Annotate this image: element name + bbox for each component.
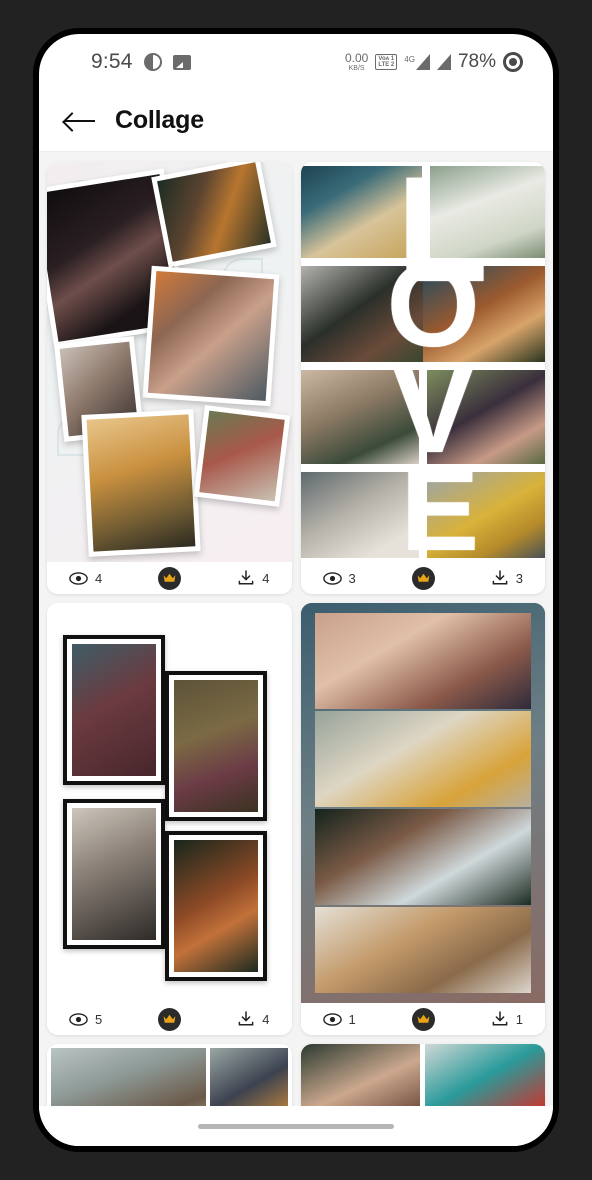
status-bar-right: 0.00 KB/S Voᴀ 1 LTE 2 4G 78% — [345, 51, 523, 73]
network-type-label: 4G — [404, 55, 415, 64]
download-icon — [491, 1011, 509, 1027]
collage-card[interactable]: 5 4 — [47, 603, 292, 1035]
view-count-value: 1 — [348, 1011, 356, 1027]
download-count: 1 — [491, 1011, 523, 1027]
collage-photo — [193, 405, 291, 507]
view-count: 4 — [69, 571, 102, 586]
collage-gallery[interactable]: 4 4 5 4 L O V E 3 3 1 1 — [39, 152, 553, 1106]
collage-card[interactable] — [47, 1044, 292, 1106]
collage-photo-frame — [165, 831, 267, 981]
collage-card-footer: 1 1 — [300, 1003, 545, 1035]
crown-icon — [163, 1014, 176, 1023]
collage-card[interactable]: 4 4 — [47, 162, 292, 594]
view-count-value: 4 — [95, 570, 103, 586]
battery-percent: 78% — [457, 51, 496, 72]
collage-photo — [314, 907, 531, 993]
network-speed-indicator: 0.00 KB/S — [345, 52, 368, 72]
phone-screen: 9:54 0.00 KB/S Voᴀ 1 LTE 2 4G 78% Collag… — [39, 34, 553, 1146]
volte-line-2: LTE 2 — [378, 62, 395, 68]
collage-preview-stacked-strips — [300, 603, 545, 1003]
collage-card-footer: 3 3 — [300, 562, 545, 594]
grid-column-right: L O V E 3 3 1 1 — [300, 162, 545, 1106]
download-count: 4 — [237, 1011, 270, 1027]
network-speed-unit: KB/S — [348, 65, 365, 72]
collage-card[interactable]: 1 1 — [300, 603, 545, 1035]
collage-photo — [81, 409, 201, 557]
signal-icon — [436, 54, 451, 70]
download-count-value: 1 — [515, 1011, 523, 1027]
download-count-value: 4 — [262, 1011, 270, 1027]
collage-card[interactable]: L O V E 3 3 — [300, 162, 545, 594]
gallery-icon — [172, 54, 191, 70]
collage-grid: 4 4 5 4 L O V E 3 3 1 1 — [47, 162, 545, 1106]
status-time: 9:54 — [91, 50, 133, 73]
app-bar: Collage — [39, 90, 553, 152]
collage-photo-frame — [165, 671, 267, 821]
collage-card-footer: 4 4 — [47, 562, 292, 594]
contrast-circle-icon — [143, 53, 162, 71]
collage-photo — [300, 1044, 421, 1106]
signal-4g-icon: 4G — [404, 54, 430, 70]
status-bar: 9:54 0.00 KB/S Voᴀ 1 LTE 2 4G 78% — [39, 34, 553, 90]
collage-card[interactable] — [300, 1044, 545, 1106]
screen-record-icon — [503, 52, 523, 72]
collage-preview-scattered-polaroids — [47, 162, 292, 562]
download-icon — [237, 1011, 255, 1027]
eye-icon — [322, 1012, 342, 1026]
collage-preview-love-text: L O V E — [300, 162, 545, 562]
phone-frame: 9:54 0.00 KB/S Voᴀ 1 LTE 2 4G 78% Collag… — [33, 28, 559, 1152]
premium-badge[interactable] — [158, 1007, 182, 1031]
download-icon — [237, 570, 255, 586]
eye-icon — [69, 1012, 88, 1026]
premium-badge[interactable] — [411, 1007, 435, 1031]
collage-photo — [314, 711, 531, 807]
collage-photo — [425, 1044, 545, 1106]
crown-icon — [417, 573, 430, 582]
collage-photo-frame — [63, 799, 165, 949]
view-count-value: 5 — [95, 1011, 103, 1027]
collage-photo — [151, 162, 277, 268]
premium-badge[interactable] — [158, 566, 182, 590]
download-count-value: 3 — [515, 570, 523, 586]
crown-icon — [163, 573, 176, 582]
signal-bars-1 — [415, 54, 430, 70]
collage-card-footer: 5 4 — [47, 1003, 292, 1035]
eye-icon — [69, 571, 88, 585]
collage-preview-black-frames — [47, 603, 292, 1003]
navigation-bar — [39, 1106, 553, 1146]
download-icon — [491, 570, 509, 586]
eye-icon — [322, 571, 342, 585]
collage-photo — [142, 265, 280, 407]
download-count-value: 4 — [262, 570, 270, 586]
collage-photo — [314, 613, 531, 709]
crown-icon — [417, 1014, 430, 1023]
volte-icon: Voᴀ 1 LTE 2 — [375, 54, 398, 70]
view-count: 1 — [322, 1011, 356, 1027]
collage-photo-frame — [63, 635, 165, 785]
collage-preview-couple-panorama — [47, 1044, 292, 1106]
collage-photo — [210, 1048, 288, 1106]
collage-photo — [314, 809, 531, 905]
page-title: Collage — [115, 106, 204, 134]
premium-badge[interactable] — [411, 566, 435, 590]
download-count: 4 — [237, 570, 270, 586]
home-gesture-bar[interactable] — [198, 1123, 394, 1129]
collage-preview-duo-portraits — [300, 1044, 545, 1106]
status-bar-left: 9:54 — [91, 50, 191, 74]
view-count: 5 — [69, 1012, 102, 1027]
view-count: 3 — [322, 570, 356, 586]
grid-column-left: 4 4 5 4 — [47, 162, 292, 1106]
download-count: 3 — [491, 570, 523, 586]
collage-photo — [51, 1048, 206, 1106]
back-arrow-icon[interactable] — [65, 110, 95, 132]
network-speed-value: 0.00 — [344, 51, 369, 65]
view-count-value: 3 — [348, 570, 356, 586]
